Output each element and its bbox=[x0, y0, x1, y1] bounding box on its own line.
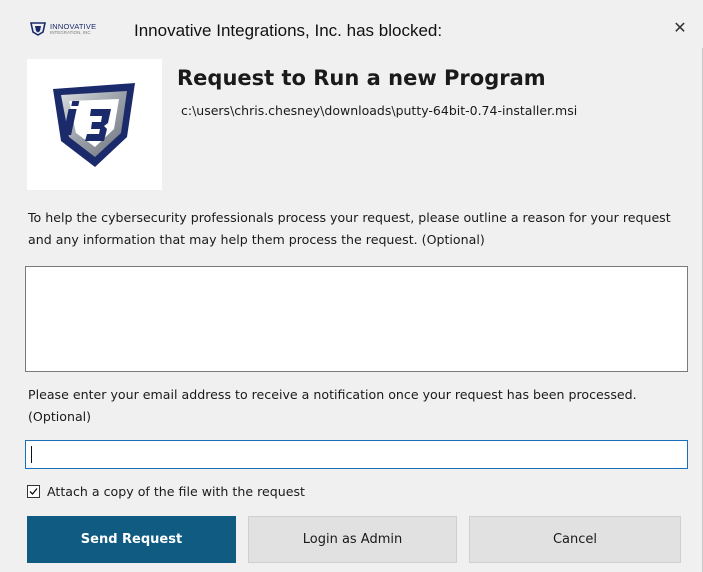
blocked-app-dialog: INNOVATIVE INTEGRATION, INC Innovative I… bbox=[0, 0, 703, 572]
request-heading: Request to Run a new Program bbox=[177, 66, 546, 90]
email-instructions: Please enter your email address to recei… bbox=[28, 387, 637, 424]
text-caret bbox=[31, 446, 32, 463]
reason-textarea[interactable] bbox=[25, 266, 688, 372]
cancel-button[interactable]: Cancel bbox=[469, 516, 681, 563]
checkmark-icon bbox=[29, 487, 38, 495]
reason-instructions: To help the cybersecurity professionals … bbox=[28, 210, 671, 247]
send-request-button[interactable]: Send Request bbox=[27, 516, 236, 563]
close-icon[interactable]: ✕ bbox=[666, 14, 694, 42]
blocked-file-path: c:\users\chris.chesney\downloads\putty-6… bbox=[181, 103, 578, 118]
attach-file-option[interactable]: Attach a copy of the file with the reque… bbox=[27, 482, 305, 500]
titlebar-logo: INNOVATIVE INTEGRATION, INC bbox=[30, 19, 130, 39]
attach-file-label: Attach a copy of the file with the reque… bbox=[47, 483, 305, 499]
titlebar-logo-text: INNOVATIVE bbox=[50, 21, 97, 31]
company-logo bbox=[27, 59, 162, 190]
login-as-admin-button[interactable]: Login as Admin bbox=[248, 516, 457, 563]
i3-logo-small-icon bbox=[30, 22, 46, 36]
window-title: Innovative Integrations, Inc. has blocke… bbox=[134, 21, 443, 40]
title-bar: INNOVATIVE INTEGRATION, INC Innovative I… bbox=[0, 0, 703, 48]
email-input[interactable] bbox=[25, 440, 688, 469]
titlebar-logo-subtext: INTEGRATION, INC bbox=[50, 30, 91, 35]
i3-shield-logo-icon bbox=[53, 83, 135, 167]
attach-file-checkbox[interactable] bbox=[27, 484, 40, 498]
